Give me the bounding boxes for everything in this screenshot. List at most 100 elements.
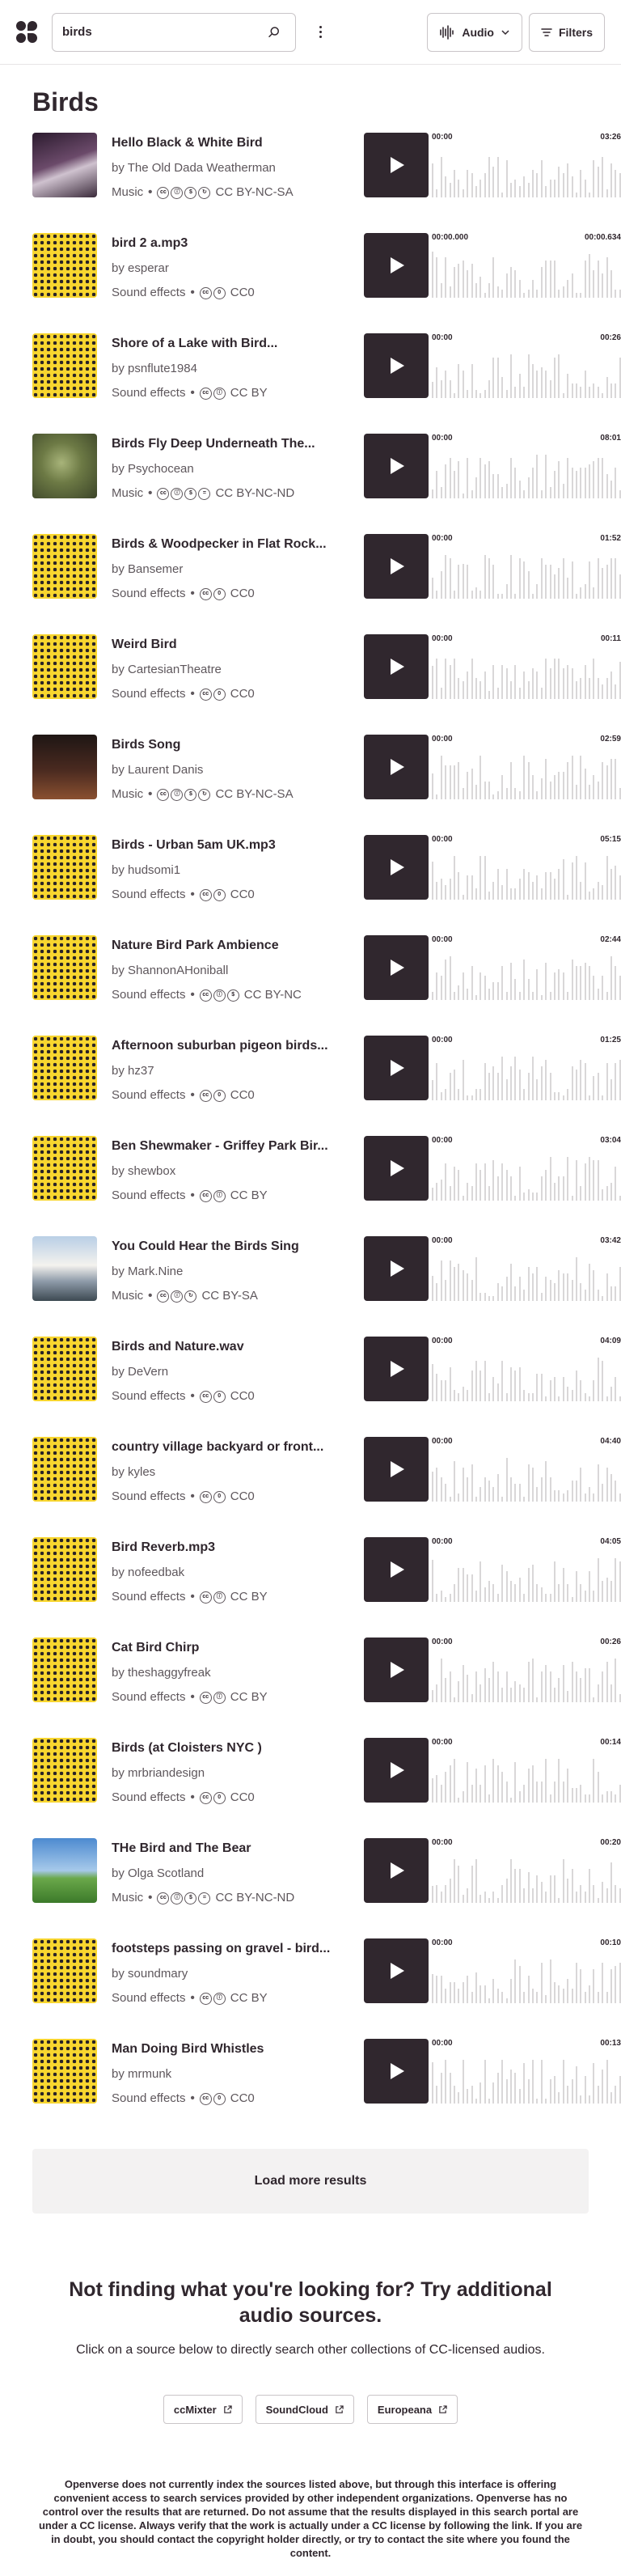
openverse-logo[interactable] [16, 20, 39, 44]
result-row[interactable]: Cat Bird Chirp by theshaggyfreak Sound e… [32, 1638, 621, 1738]
waveform-seekbar[interactable]: 00:00 00:20 [432, 1838, 621, 1903]
waveform-seekbar[interactable]: 00:00 01:52 [432, 534, 621, 599]
result-row[interactable]: THe Bird and The Bear by Olga Scotland M… [32, 1838, 621, 1938]
result-thumbnail[interactable] [32, 233, 97, 298]
play-button[interactable] [364, 2039, 429, 2104]
waveform-seekbar[interactable]: 00:00 04:05 [432, 1537, 621, 1602]
play-button[interactable] [364, 735, 429, 799]
result-row[interactable]: Ben Shewmaker - Griffey Park Bir... by s… [32, 1136, 621, 1236]
result-row[interactable]: Afternoon suburban pigeon birds... by hz… [32, 1036, 621, 1136]
source-button-europeana[interactable]: Europeana [366, 2395, 458, 2424]
waveform-seekbar[interactable]: 00:00 02:59 [432, 735, 621, 799]
result-thumbnail[interactable] [32, 1537, 97, 1602]
source-button-ccmixter[interactable]: ccMixter [163, 2395, 243, 2424]
more-menu-icon[interactable] [310, 16, 330, 49]
waveform-seekbar[interactable]: 00:00.000 00:00.634 [432, 233, 621, 298]
result-title[interactable]: THe Bird and The Bear [112, 1840, 346, 1858]
filters-button[interactable]: Filters [528, 13, 605, 52]
result-title[interactable]: You Could Hear the Birds Sing [112, 1238, 346, 1256]
result-row[interactable]: Hello Black & White Bird by The Old Dada… [32, 133, 621, 233]
result-title[interactable]: Afternoon suburban pigeon birds... [112, 1037, 346, 1055]
result-thumbnail[interactable] [32, 735, 97, 799]
result-thumbnail[interactable] [32, 1838, 97, 1903]
result-title[interactable]: Birds Fly Deep Underneath The... [112, 435, 346, 453]
result-title[interactable]: Shore of a Lake with Bird... [112, 335, 346, 353]
result-title[interactable]: footsteps passing on gravel - bird... [112, 1940, 346, 1958]
result-thumbnail[interactable] [32, 1738, 97, 1803]
result-row[interactable]: Birds and Nature.wav by DeVern Sound eff… [32, 1337, 621, 1437]
result-title[interactable]: country village backyard or front... [112, 1438, 346, 1456]
result-title[interactable]: Birds (at Cloisters NYC ) [112, 1739, 346, 1757]
result-row[interactable]: Birds Fly Deep Underneath The... by Psyc… [32, 434, 621, 534]
result-title[interactable]: Ben Shewmaker - Griffey Park Bir... [112, 1138, 346, 1155]
result-row[interactable]: Shore of a Lake with Bird... by psnflute… [32, 333, 621, 434]
result-title[interactable]: Birds & Woodpecker in Flat Rock... [112, 536, 346, 553]
waveform-seekbar[interactable]: 00:00 01:25 [432, 1036, 621, 1100]
result-thumbnail[interactable] [32, 1136, 97, 1201]
result-row[interactable]: country village backyard or front... by … [32, 1437, 621, 1537]
play-button[interactable] [364, 1236, 429, 1301]
result-row[interactable]: Weird Bird by CartesianTheatre Sound eff… [32, 634, 621, 735]
play-button[interactable] [364, 333, 429, 398]
load-more-button[interactable]: Load more results [32, 2149, 589, 2214]
result-thumbnail[interactable] [32, 1638, 97, 1702]
result-thumbnail[interactable] [32, 1036, 97, 1100]
waveform-seekbar[interactable]: 00:00 04:40 [432, 1437, 621, 1502]
play-button[interactable] [364, 1537, 429, 1602]
waveform-seekbar[interactable]: 00:00 00:14 [432, 1738, 621, 1803]
search-input[interactable] [62, 25, 263, 39]
result-thumbnail[interactable] [32, 935, 97, 1000]
waveform-seekbar[interactable]: 00:00 00:26 [432, 333, 621, 398]
search-button[interactable] [263, 21, 285, 44]
result-thumbnail[interactable] [32, 1938, 97, 2003]
play-button[interactable] [364, 1437, 429, 1502]
result-title[interactable]: Birds and Nature.wav [112, 1338, 346, 1356]
source-button-soundcloud[interactable]: SoundCloud [255, 2395, 354, 2424]
waveform-seekbar[interactable]: 00:00 02:44 [432, 935, 621, 1000]
play-button[interactable] [364, 1136, 429, 1201]
result-title[interactable]: Nature Bird Park Ambience [112, 937, 346, 955]
result-title[interactable]: Cat Bird Chirp [112, 1639, 346, 1657]
result-title[interactable]: Bird Reverb.mp3 [112, 1539, 346, 1557]
play-button[interactable] [364, 233, 429, 298]
waveform-seekbar[interactable]: 00:00 00:10 [432, 1938, 621, 2003]
play-button[interactable] [364, 935, 429, 1000]
play-button[interactable] [364, 1738, 429, 1803]
result-thumbnail[interactable] [32, 1437, 97, 1502]
play-button[interactable] [364, 1838, 429, 1903]
result-title[interactable]: bird 2 a.mp3 [112, 235, 346, 252]
waveform-seekbar[interactable]: 00:00 00:13 [432, 2039, 621, 2104]
play-button[interactable] [364, 434, 429, 498]
play-button[interactable] [364, 634, 429, 699]
result-row[interactable]: Man Doing Bird Whistles by mrmunk Sound … [32, 2039, 621, 2139]
play-button[interactable] [364, 835, 429, 900]
result-row[interactable]: bird 2 a.mp3 by esperar Sound effects • … [32, 233, 621, 333]
result-thumbnail[interactable] [32, 2039, 97, 2104]
result-thumbnail[interactable] [32, 534, 97, 599]
waveform-seekbar[interactable]: 00:00 00:26 [432, 1638, 621, 1702]
result-row[interactable]: You Could Hear the Birds Sing by Mark.Ni… [32, 1236, 621, 1337]
result-row[interactable]: Bird Reverb.mp3 by nofeedbak Sound effec… [32, 1537, 621, 1638]
waveform-seekbar[interactable]: 00:00 00:11 [432, 634, 621, 699]
result-thumbnail[interactable] [32, 1236, 97, 1301]
play-button[interactable] [364, 534, 429, 599]
result-row[interactable]: Birds Song by Laurent Danis Music • cc ⓘ $… [32, 735, 621, 835]
waveform-seekbar[interactable]: 00:00 04:09 [432, 1337, 621, 1401]
result-row[interactable]: Birds - Urban 5am UK.mp3 by hudsomi1 Sou… [32, 835, 621, 935]
play-button[interactable] [364, 1938, 429, 2003]
result-thumbnail[interactable] [32, 434, 97, 498]
play-button[interactable] [364, 1337, 429, 1401]
result-thumbnail[interactable] [32, 133, 97, 197]
result-thumbnail[interactable] [32, 634, 97, 699]
waveform-seekbar[interactable]: 00:00 03:04 [432, 1136, 621, 1201]
waveform-seekbar[interactable]: 00:00 05:15 [432, 835, 621, 900]
waveform-seekbar[interactable]: 00:00 03:26 [432, 133, 621, 197]
media-type-button[interactable]: Audio [427, 13, 522, 52]
result-row[interactable]: Nature Bird Park Ambience by ShannonAHon… [32, 935, 621, 1036]
result-thumbnail[interactable] [32, 835, 97, 900]
result-title[interactable]: Birds - Urban 5am UK.mp3 [112, 837, 346, 854]
waveform-seekbar[interactable]: 00:00 08:01 [432, 434, 621, 498]
result-row[interactable]: footsteps passing on gravel - bird... by… [32, 1938, 621, 2039]
result-row[interactable]: Birds (at Cloisters NYC ) by mrbriandesi… [32, 1738, 621, 1838]
result-thumbnail[interactable] [32, 333, 97, 398]
